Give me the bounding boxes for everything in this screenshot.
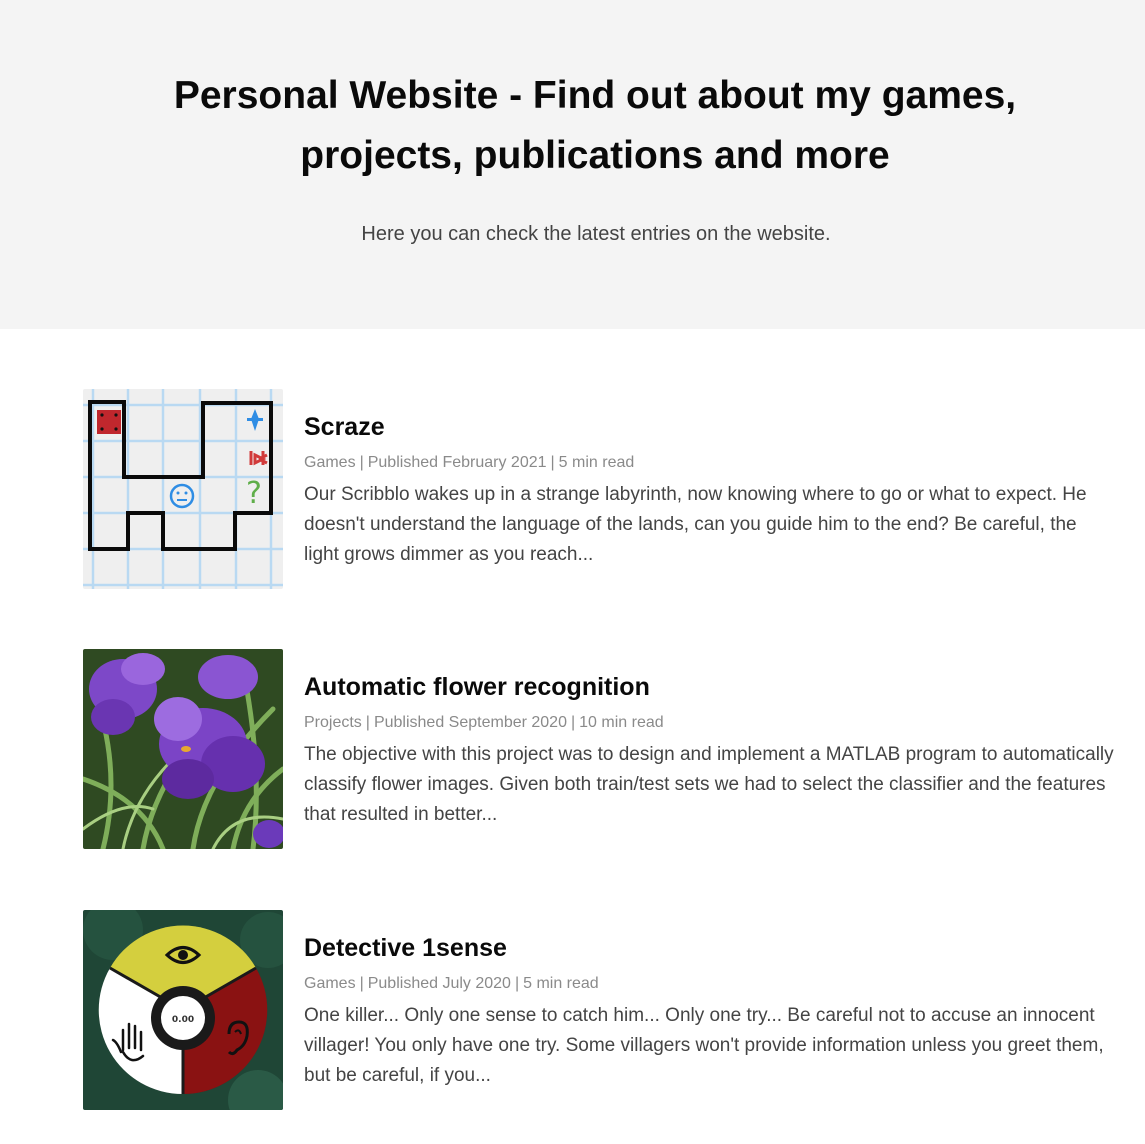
post-date: Published September 2020 <box>373 714 567 731</box>
post-card: 0.00 Detective 1sense Games | Published Ju… <box>83 910 1113 1110</box>
svg-text:?: ? <box>246 476 262 511</box>
meta-separator: | <box>365 714 370 731</box>
post-thumbnail-detective[interactable]: 0.00 <box>83 910 283 1110</box>
page-subtitle: Here you can check the latest entries on… <box>361 223 831 245</box>
post-category[interactable]: Games <box>304 454 356 471</box>
post-meta: Projects | Published September 2020 | 10 min… <box>304 712 664 734</box>
meta-separator: | <box>359 975 364 992</box>
post-excerpt: The objective with this project was to d… <box>304 744 1114 825</box>
post-thumbnail-flower[interactable] <box>83 649 283 849</box>
page-title: Personal Website - Find out about my gam… <box>173 74 1017 177</box>
meta-separator: | <box>514 975 520 992</box>
post-category[interactable]: Games <box>304 975 356 992</box>
meta-separator: | <box>570 714 576 731</box>
post-meta: Games | Published July 2020 | 5 min read <box>304 973 599 995</box>
sense-wheel-thumbnail: 0.00 <box>83 910 283 1110</box>
post-date: Published February 2021 <box>367 454 547 471</box>
post-category[interactable]: Projects <box>304 714 362 731</box>
post-read-time: 5 min read <box>523 975 599 992</box>
meta-separator: | <box>359 454 364 471</box>
post-meta: Games | Published February 2021 | 5 min read <box>304 452 634 474</box>
hero-section: Personal Website - Find out about my gam… <box>0 0 1145 329</box>
post-excerpt: One killer... Only one sense to catch hi… <box>304 1005 1104 1086</box>
post-title-link[interactable]: Automatic flower recognition <box>304 671 650 703</box>
post-date: Published July 2020 <box>367 975 511 992</box>
meta-separator: | <box>550 454 555 471</box>
post-read-time: 10 min read <box>579 714 664 731</box>
crocus-flower-photo <box>83 649 283 849</box>
post-excerpt: Our Scribblo wakes up in a strange labyr… <box>304 484 1087 565</box>
post-thumbnail-scraze[interactable]: ? <box>83 389 283 589</box>
wheel-center-text: 0.00 <box>172 1015 194 1025</box>
post-card: ? Scraze Games | Published February 2021 | 5… <box>83 389 1113 589</box>
post-title-link[interactable]: Scraze <box>304 411 385 443</box>
post-card: Automatic flower recognition Projects | Pu… <box>83 649 1114 849</box>
post-title-link[interactable]: Detective 1sense <box>304 932 507 964</box>
post-read-time: 5 min read <box>558 454 635 471</box>
maze-game-thumbnail: ? <box>83 389 283 589</box>
